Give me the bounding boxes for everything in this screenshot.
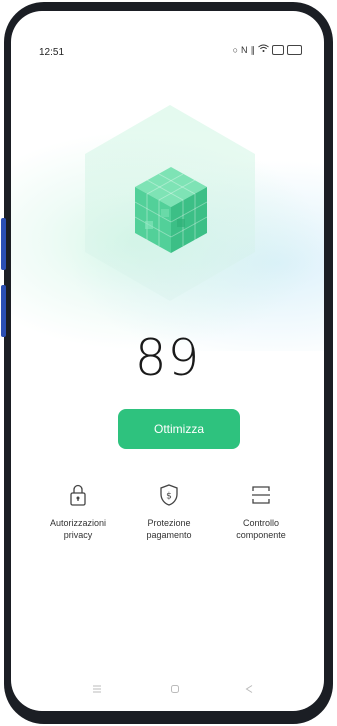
feature-label-line1: Autorizzazioni xyxy=(49,518,107,528)
feature-label-line2: componente xyxy=(236,530,286,540)
feature-label-line2: privacy xyxy=(63,530,93,540)
feature-component-check[interactable]: Controllo componente xyxy=(216,483,306,541)
alarm-icon: ○ xyxy=(232,45,238,55)
battery-icon xyxy=(287,45,302,55)
home-icon xyxy=(171,685,179,693)
sim-icon xyxy=(272,45,284,55)
status-bar: 12:51 ○ N ∥ xyxy=(11,11,324,58)
feature-payment-protection[interactable]: $ Protezione pagamento xyxy=(124,483,214,541)
feature-privacy-permissions[interactable]: Autorizzazioni privacy xyxy=(33,483,123,541)
volume-down-button[interactable] xyxy=(1,285,6,337)
cube-icon xyxy=(134,167,208,253)
shield-dollar-icon: $ xyxy=(160,484,178,506)
optimize-button[interactable]: Ottimizza xyxy=(118,409,240,449)
svg-text:$: $ xyxy=(166,492,172,502)
feature-label-line2: pagamento xyxy=(146,530,192,540)
menu-button[interactable] xyxy=(85,677,109,701)
volume-up-button[interactable] xyxy=(1,218,6,270)
health-score: 89 xyxy=(134,329,201,387)
home-button[interactable] xyxy=(163,677,187,701)
nfc-icon: N xyxy=(241,45,248,55)
menu-icon xyxy=(93,685,101,693)
feature-label-line1: Protezione xyxy=(147,518,191,528)
wifi-icon xyxy=(258,44,269,56)
lock-icon xyxy=(70,484,86,506)
feature-list: Autorizzazioni privacy $ Protezione paga… xyxy=(11,483,324,573)
component-icon xyxy=(252,486,270,504)
vibrate-icon: ∥ xyxy=(250,45,256,55)
back-button[interactable] xyxy=(237,677,261,701)
navigation-bar xyxy=(11,677,324,701)
status-icons: ○ N ∥ xyxy=(233,44,302,56)
feature-label-line1: Controllo xyxy=(242,518,280,528)
phone-screen: 12:51 ○ N ∥ 89 Ottimizza Autorizzazioni … xyxy=(11,11,324,711)
status-time: 12:51 xyxy=(39,47,65,58)
back-icon xyxy=(245,685,253,693)
